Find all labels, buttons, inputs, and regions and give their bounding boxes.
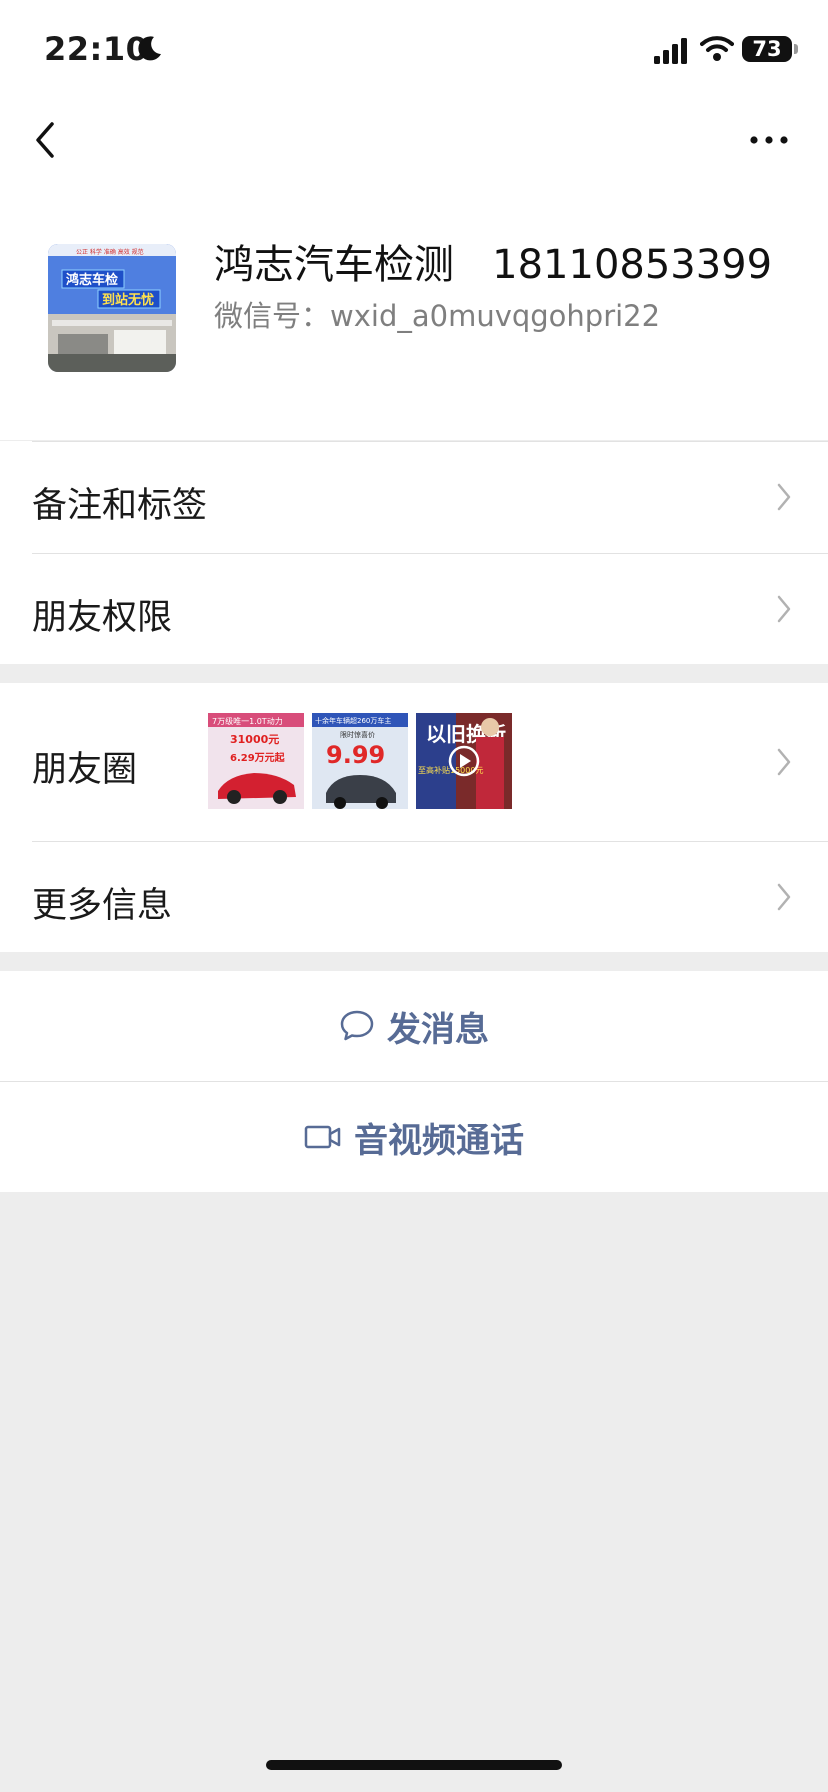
thumb-2-sub: 限时惊喜价 (340, 730, 375, 739)
send-message-label: 发消息 (387, 1009, 489, 1050)
back-arrow-icon[interactable] (28, 116, 62, 164)
thumb-1-top: 7万级唯一1.0T动力 (212, 716, 283, 726)
moments-label: 朋友圈 (32, 750, 138, 790)
remark-tags-row[interactable]: 备注和标签 (0, 441, 828, 553)
moments-thumbnail: 十余年车辆超260万车主 限时惊喜价 9.99 (312, 713, 408, 809)
chevron-right-icon (777, 595, 791, 623)
chevron-right-icon (777, 483, 791, 511)
avatar-title-2: 到站无忧 (102, 292, 154, 308)
thumb-1-price: 31000元 (230, 733, 279, 746)
cellular-signal-icon (654, 38, 687, 64)
wechat-id: 微信号：wxid_a0muvqgohpri22 (214, 299, 661, 333)
chat-bubble-icon (340, 1010, 374, 1041)
divider (32, 441, 828, 442)
home-indicator[interactable] (266, 1760, 562, 1770)
wifi-icon (700, 36, 734, 61)
thumb-1-sub: 6.29万元起 (230, 751, 286, 764)
battery-level: 73 (742, 36, 792, 62)
status-time: 22:10 (44, 30, 149, 68)
friend-permissions-label: 朋友权限 (32, 598, 173, 638)
contact-nickname: 鸿志汽车检测 18110853399 (214, 242, 773, 288)
avatar-image: 公正 科学 准确 高效 规范 鸿志车检 到站无忧 (48, 244, 176, 372)
chevron-right-icon (777, 883, 791, 911)
moments-thumbnail: 7万级唯一1.0T动力 31000元 6.29万元起 (208, 713, 304, 809)
status-bar: 22:10 73 (0, 0, 828, 100)
moments-row[interactable]: 朋友圈 7万级唯一1.0T动力 31000元 6.29万元起 十余年车辆超260… (0, 683, 828, 841)
moon-icon (138, 36, 161, 61)
send-message-button[interactable]: 发消息 (0, 971, 828, 1081)
video-call-button[interactable]: 音视频通话 (0, 1081, 828, 1192)
video-camera-icon (304, 1125, 341, 1149)
battery-cap (794, 44, 798, 54)
more-info-row[interactable]: 更多信息 (0, 841, 828, 952)
chevron-right-icon (777, 748, 791, 776)
video-call-label: 音视频通话 (354, 1120, 524, 1161)
thumb-2-price: 9.99 (326, 741, 385, 769)
more-info-label: 更多信息 (32, 886, 173, 926)
avatar[interactable]: 公正 科学 准确 高效 规范 鸿志车检 到站无忧 (48, 244, 176, 372)
divider (32, 841, 828, 842)
avatar-title-1: 鸿志车检 (66, 272, 118, 288)
thumb-2-top: 十余年车辆超260万车主 (315, 716, 391, 725)
avatar-top-text: 公正 科学 准确 高效 规范 (76, 248, 144, 256)
more-options-icon[interactable] (748, 128, 790, 152)
divider (32, 553, 828, 554)
remark-tags-label: 备注和标签 (32, 486, 208, 526)
friend-permissions-row[interactable]: 朋友权限 (0, 553, 828, 664)
moments-video-thumbnail: 以旧换新 至高补贴15000元 (416, 713, 512, 809)
